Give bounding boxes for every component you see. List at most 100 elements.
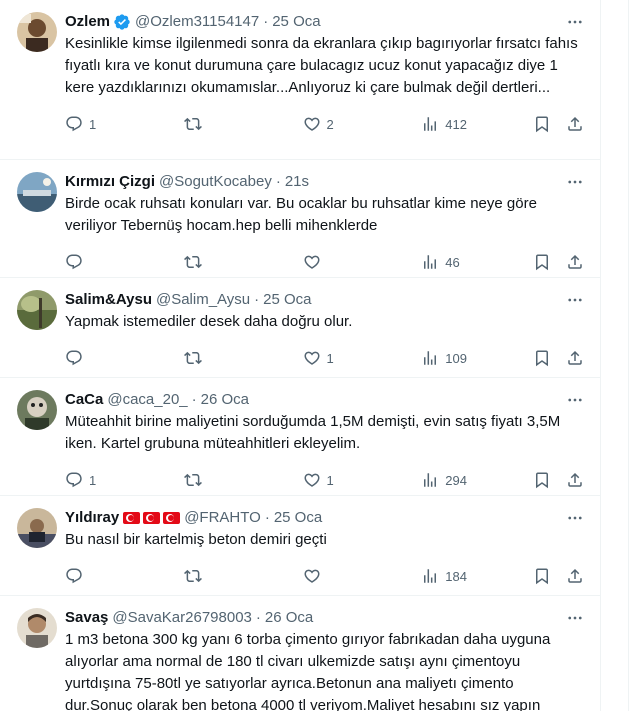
like-button[interactable]: 2 <box>303 115 422 133</box>
author-name[interactable]: Yıldıray <box>65 508 119 528</box>
more-options-button[interactable] <box>566 609 584 627</box>
more-options-button[interactable] <box>566 173 584 191</box>
tweet-header: Kırmızı Çizgi @SogutKocabey · 21s <box>65 172 584 192</box>
view-count: 184 <box>445 568 467 584</box>
avatar[interactable] <box>17 290 57 330</box>
like-button[interactable]: 1 <box>303 471 422 489</box>
separator-dot: · <box>263 13 269 30</box>
timestamp[interactable]: 25 Oca <box>274 508 322 528</box>
timestamp[interactable]: 21s <box>285 172 309 192</box>
heart-icon <box>303 117 320 131</box>
retweet-button[interactable] <box>183 253 303 271</box>
reply-button[interactable] <box>65 253 184 271</box>
views-button[interactable]: 412 <box>421 115 540 133</box>
author-name[interactable]: Salim&Aysu <box>65 290 152 310</box>
like-button[interactable] <box>303 567 422 585</box>
share-icon <box>568 116 582 131</box>
author-name[interactable]: Savaş <box>65 608 108 628</box>
separator-dot: · <box>254 291 260 308</box>
tweet[interactable]: Yıldıray @FRAHTO · 25 Oca Bu nasıl bir k… <box>0 496 600 596</box>
tweet[interactable]: Salim&Aysu @Salim_Aysu · 25 Oca Yapmak i… <box>0 278 600 378</box>
retweet-button[interactable] <box>183 115 303 133</box>
author-handle[interactable]: @FRAHTO <box>184 508 261 528</box>
bookmark-button[interactable] <box>533 115 551 133</box>
more-options-button[interactable] <box>566 13 584 31</box>
tweet-actions: 46 <box>65 243 584 281</box>
more-options-button[interactable] <box>566 509 584 527</box>
author-name[interactable]: Kırmızı Çizgi <box>65 172 155 192</box>
author-handle[interactable]: @Ozlem31154147 <box>135 12 259 32</box>
more-icon <box>568 180 582 184</box>
tweet-header: Ozlem @Ozlem31154147 · 25 Oca <box>65 12 584 32</box>
author-handle[interactable]: @Salim_Aysu <box>156 290 250 310</box>
share-button[interactable] <box>566 349 584 367</box>
tweet[interactable]: Kırmızı Çizgi @SogutKocabey · 21s Birde … <box>0 160 600 278</box>
share-button[interactable] <box>566 115 584 133</box>
avatar[interactable] <box>17 12 57 52</box>
tweet-header: Yıldıray @FRAHTO · 25 Oca <box>65 508 584 528</box>
like-count: 2 <box>326 116 334 132</box>
retweet-button[interactable] <box>183 567 303 585</box>
like-button[interactable]: 1 <box>303 349 422 367</box>
avatar[interactable] <box>17 608 57 648</box>
tweet-text: Müteahhit birine maliyetini sorduğumda 1… <box>65 413 561 452</box>
author-name[interactable]: Ozlem <box>65 12 110 32</box>
turkey-flag-emojis <box>123 512 181 524</box>
timestamp[interactable]: 26 Oca <box>201 390 249 410</box>
bookmark-button[interactable] <box>533 253 551 271</box>
retweet-icon <box>183 255 202 269</box>
author-handle[interactable]: @caca_20_ <box>107 390 187 410</box>
like-button[interactable] <box>303 253 422 271</box>
timestamp[interactable]: 25 Oca <box>272 12 320 32</box>
bookmark-button[interactable] <box>533 567 551 585</box>
more-options-button[interactable] <box>566 291 584 309</box>
reply-icon <box>66 568 82 584</box>
share-button[interactable] <box>566 471 584 489</box>
retweet-button[interactable] <box>183 471 303 489</box>
bookmark-button[interactable] <box>533 349 551 367</box>
share-button[interactable] <box>566 567 584 585</box>
reply-button[interactable]: 1 <box>65 115 184 133</box>
tweet[interactable]: CaCa @caca_20_ · 26 Oca Müteahhit birine… <box>0 378 600 496</box>
tweet-actions: 1 2 412 <box>65 105 584 143</box>
share-icon <box>568 568 582 583</box>
reply-icon <box>66 116 82 132</box>
author-handle[interactable]: @SogutKocabey <box>159 172 272 192</box>
view-count: 109 <box>445 350 467 366</box>
reply-button[interactable]: 1 <box>65 471 184 489</box>
bookmark-button[interactable] <box>533 471 551 489</box>
views-icon <box>424 569 437 583</box>
bookmark-icon <box>536 568 548 585</box>
reply-button[interactable] <box>65 349 184 367</box>
views-button[interactable]: 109 <box>421 349 540 367</box>
avatar[interactable] <box>17 390 57 430</box>
retweet-button[interactable] <box>183 349 303 367</box>
share-button[interactable] <box>566 253 584 271</box>
share-icon <box>568 350 582 365</box>
views-icon <box>424 351 437 365</box>
tweet-text: 1 m3 betona 300 kg yanı 6 torba çimento … <box>65 631 551 711</box>
more-icon <box>568 516 582 520</box>
more-options-button[interactable] <box>566 391 584 409</box>
views-button[interactable]: 184 <box>421 567 540 585</box>
avatar[interactable] <box>17 172 57 212</box>
views-button[interactable]: 46 <box>421 253 540 271</box>
views-icon <box>424 255 437 269</box>
timestamp[interactable]: 25 Oca <box>263 290 311 310</box>
retweet-icon <box>183 473 202 487</box>
share-icon <box>568 472 582 487</box>
author-handle[interactable]: @SavaKar26798003 <box>112 608 252 628</box>
page-edge-divider <box>628 0 629 711</box>
views-icon <box>424 473 437 487</box>
reply-button[interactable] <box>65 567 184 585</box>
tweet[interactable]: Savaş @SavaKar26798003 · 26 Oca 1 m3 bet… <box>0 596 600 711</box>
heart-icon <box>303 255 320 269</box>
tweet-text: Birde ocak ruhsatı konuları var. Bu ocak… <box>65 195 537 234</box>
turkey-flag-icon <box>163 512 181 524</box>
views-button[interactable]: 294 <box>421 471 540 489</box>
tweet-text: Yapmak istemediler desek daha doğru olur… <box>65 313 353 330</box>
timestamp[interactable]: 26 Oca <box>265 608 313 628</box>
author-name[interactable]: CaCa <box>65 390 103 410</box>
avatar[interactable] <box>17 508 57 548</box>
tweet[interactable]: Ozlem @Ozlem31154147 · 25 Oca Kesinlikle… <box>0 0 600 160</box>
